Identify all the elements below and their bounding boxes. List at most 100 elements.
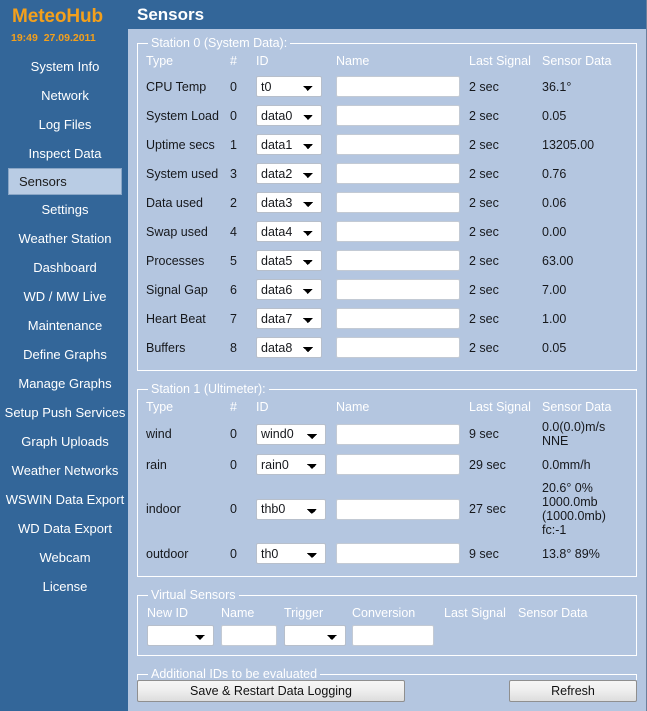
- sensor-name-input[interactable]: [336, 543, 460, 564]
- last-signal-value: 27 sec: [469, 502, 506, 516]
- sidebar-item-inspect-data[interactable]: Inspect Data: [8, 139, 122, 168]
- sensor-name-input[interactable]: [336, 221, 460, 242]
- sensor-type-value: CPU Temp: [146, 79, 207, 94]
- sidebar-item-network[interactable]: Network: [8, 81, 122, 110]
- sensor-id-select[interactable]: data7: [256, 308, 322, 329]
- sidebar-item-log-files[interactable]: Log Files: [8, 110, 122, 139]
- main-area: Sensors Station 0 (System Data): Type # …: [128, 0, 647, 711]
- sidebar-item-label: Graph Uploads: [21, 433, 109, 449]
- sensor-data-value: 0.76: [542, 166, 567, 181]
- col-name: Name: [336, 54, 370, 68]
- table-row: rain 0 rain0 29 sec 0.0mm/h: [146, 450, 628, 479]
- sensor-name-input[interactable]: [336, 192, 460, 213]
- sensor-name-input[interactable]: [336, 250, 460, 271]
- sidebar-item-wd-data-export[interactable]: WD Data Export: [8, 514, 122, 543]
- sidebar-item-maintenance[interactable]: Maintenance: [8, 311, 122, 340]
- sidebar-item-webcam[interactable]: Webcam: [8, 543, 122, 572]
- panel-additional-ids-legend: Additional IDs to be evaluated: [151, 667, 318, 680]
- sensor-id-select[interactable]: data5: [256, 250, 322, 271]
- sensor-name-input[interactable]: [336, 337, 460, 358]
- sensor-name-input[interactable]: [336, 279, 460, 300]
- sensor-number-value: 2: [230, 195, 237, 210]
- sidebar-item-setup-push-services[interactable]: Setup Push Services: [5, 398, 126, 427]
- panel-station-1-legend: Station 1 (Ultimeter):: [151, 382, 266, 396]
- sensor-number-value: 4: [230, 224, 237, 239]
- panel-additional-ids: Additional IDs to be evaluated: [137, 667, 637, 680]
- sidebar-item-label: WSWIN Data Export: [5, 491, 125, 507]
- sidebar-item-wswin-data-export[interactable]: WSWIN Data Export: [5, 485, 125, 514]
- table-row: Uptime secs 1 data1 2 sec 13205.00: [146, 130, 628, 159]
- sensor-id-cell: th0: [256, 539, 336, 568]
- virtual-conversion-cell: [351, 624, 443, 647]
- sidebar-item-license[interactable]: License: [8, 572, 122, 601]
- sensor-id-select[interactable]: data2: [256, 163, 322, 184]
- sensor-name-input[interactable]: [336, 308, 460, 329]
- sidebar-item-dashboard[interactable]: Dashboard: [8, 253, 122, 282]
- virtual-sensors-table: New ID Name Trigger Conversion Last Sign…: [146, 605, 628, 647]
- sensor-id-select[interactable]: data3: [256, 192, 322, 213]
- sidebar-item-label: Manage Graphs: [18, 375, 112, 391]
- sensor-id-select[interactable]: th0: [256, 543, 326, 564]
- sensor-id-select[interactable]: data0: [256, 105, 322, 126]
- sensor-name-input[interactable]: [336, 134, 460, 155]
- sidebar-item-label: WD Data Export: [18, 520, 112, 536]
- sensor-type-value: indoor: [146, 502, 181, 516]
- save-restart-data-logging-button[interactable]: Save & Restart Data Logging: [137, 680, 405, 702]
- sensor-id-select[interactable]: data8: [256, 337, 322, 358]
- sensor-name-input[interactable]: [336, 105, 460, 126]
- sensor-id-select[interactable]: t0: [256, 76, 322, 97]
- last-signal-value: 2 sec: [469, 195, 499, 210]
- sidebar-item-settings[interactable]: Settings: [8, 195, 122, 224]
- sensor-type-value: System Load: [146, 108, 219, 123]
- sidebar-item-system-info[interactable]: System Info: [8, 52, 122, 81]
- sidebar-item-manage-graphs[interactable]: Manage Graphs: [8, 369, 122, 398]
- sensor-id-cell: data3: [256, 188, 336, 217]
- station-1-body: wind 0 wind0 9 sec 0.0(0.0)m/s NNE rain 0 rain0…: [146, 418, 628, 568]
- last-signal-value: 9 sec: [469, 427, 499, 441]
- virtual-new-id-select[interactable]: [147, 625, 214, 646]
- sensor-id-cell: data1: [256, 130, 336, 159]
- sidebar-item-sensors[interactable]: Sensors: [8, 168, 122, 195]
- col-name: Name: [221, 606, 255, 620]
- sensor-name-input[interactable]: [336, 76, 460, 97]
- col-id: ID: [256, 54, 269, 68]
- sensor-data-value: 20.6° 0% 1000.0mb (1000.0mb) fc:-1: [542, 481, 606, 537]
- sensor-number-value: 0: [230, 546, 237, 561]
- refresh-button[interactable]: Refresh: [509, 680, 637, 702]
- sensor-name-input[interactable]: [336, 423, 460, 445]
- virtual-trigger-select[interactable]: [284, 625, 346, 646]
- sidebar-item-label: Network: [41, 87, 89, 103]
- sensor-type-value: Heart Beat: [146, 311, 206, 326]
- sensor-id-select[interactable]: wind0: [256, 423, 326, 445]
- table-row: Heart Beat 7 data7 2 sec 1.00: [146, 304, 628, 333]
- sensor-number-value: 0: [230, 79, 237, 94]
- sidebar-item-graph-uploads[interactable]: Graph Uploads: [8, 427, 122, 456]
- sidebar-item-define-graphs[interactable]: Define Graphs: [8, 340, 122, 369]
- sidebar-item-weather-station[interactable]: Weather Station: [8, 224, 122, 253]
- sidebar-item-label: Settings: [41, 201, 89, 217]
- sensor-name-cell: [336, 217, 469, 246]
- sensor-name-input[interactable]: [336, 163, 460, 184]
- sensor-id-cell: thb0: [256, 479, 336, 539]
- sensor-number-value: 0: [230, 427, 237, 441]
- sensor-name-input[interactable]: [336, 454, 460, 475]
- sensor-id-select[interactable]: rain0: [256, 454, 326, 475]
- col-trigger: Trigger: [284, 606, 324, 620]
- sidebar-item-weather-networks[interactable]: Weather Networks: [8, 456, 122, 485]
- sensor-id-select[interactable]: data6: [256, 279, 322, 300]
- sidebar-item-label: Inspect Data: [28, 145, 102, 161]
- sidebar-clock: 19:49 27.09.2011: [11, 32, 96, 44]
- sensor-id-select[interactable]: data1: [256, 134, 322, 155]
- virtual-conversion-input[interactable]: [352, 625, 434, 646]
- virtual-name-input[interactable]: [221, 625, 277, 646]
- sensor-id-cell: data7: [256, 304, 336, 333]
- sensor-id-select[interactable]: data4: [256, 221, 322, 242]
- sensor-name-cell: [336, 101, 469, 130]
- sensor-id-select[interactable]: thb0: [256, 498, 326, 520]
- col-type: Type: [146, 400, 174, 414]
- sensor-type-value: Buffers: [146, 340, 186, 355]
- col-type: Type: [146, 54, 174, 68]
- sensor-name-input[interactable]: [336, 498, 460, 520]
- table-header-row: New ID Name Trigger Conversion Last Sign…: [146, 605, 628, 624]
- sidebar-item-wd-mw-live[interactable]: WD / MW Live: [8, 282, 122, 311]
